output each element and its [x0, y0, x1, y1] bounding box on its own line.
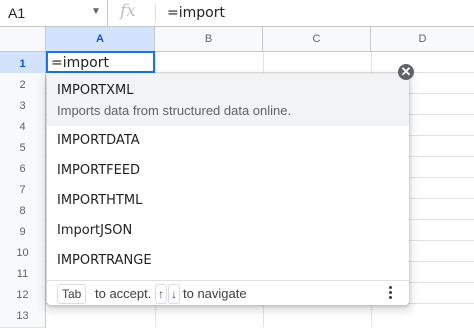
formula-input[interactable]: =import — [167, 5, 225, 21]
close-icon[interactable]: ✕ — [398, 64, 414, 80]
formula-autocomplete-popup: IMPORTXML Imports data from structured d… — [47, 74, 409, 305]
suggestion-name: ImportJSON — [57, 223, 133, 238]
suggestion-item-importjson[interactable]: ImportJSON — [47, 216, 409, 246]
suggestion-item-importhtml[interactable]: IMPORTHTML — [47, 186, 409, 216]
tab-key-hint: Tab — [57, 284, 87, 304]
name-box-value: A1 — [8, 5, 26, 21]
name-box[interactable]: A1 ▼ — [0, 0, 108, 26]
suggestion-name: IMPORTXML — [57, 83, 134, 98]
fx-icon: fx — [120, 1, 136, 21]
suggestion-item-importrange[interactable]: IMPORTRANGE — [47, 246, 409, 276]
popup-footer: Tab to accept. ↑ ↓ to navigate — [47, 280, 409, 305]
suggestion-name: IMPORTFEED — [57, 163, 141, 178]
column-header-b[interactable]: B — [155, 27, 263, 51]
suggestion-item-importxml[interactable]: IMPORTXML Imports data from structured d… — [47, 74, 409, 126]
suggestion-name: IMPORTRANGE — [57, 253, 152, 268]
navigate-hint-text: to navigate — [183, 286, 247, 301]
more-vert-icon[interactable] — [386, 284, 394, 302]
column-header-c[interactable]: C — [263, 27, 371, 51]
down-arrow-icon: ↓ — [168, 284, 180, 304]
column-header-d[interactable]: D — [371, 27, 474, 51]
up-arrow-icon: ↑ — [155, 284, 167, 304]
row-header-13[interactable]: 13 — [0, 304, 46, 328]
formula-bar: A1 ▼ fx =import — [0, 0, 474, 27]
cell-editor-text[interactable]: =import — [51, 55, 109, 71]
select-all-corner[interactable] — [0, 27, 46, 51]
suggestion-name: IMPORTDATA — [57, 133, 140, 148]
suggestion-description: Imports data from structured data online… — [57, 103, 292, 118]
active-cell-a1[interactable]: =import — [46, 51, 155, 73]
column-headers: A B C D — [0, 27, 474, 52]
suggestion-item-importfeed[interactable]: IMPORTFEED — [47, 156, 409, 186]
caret-down-icon[interactable]: ▼ — [91, 6, 101, 17]
suggestion-name: IMPORTHTML — [57, 193, 143, 208]
accept-hint-text: to accept. — [95, 286, 152, 301]
divider — [155, 4, 156, 22]
suggestion-item-importdata[interactable]: IMPORTDATA — [47, 126, 409, 156]
column-header-a[interactable]: A — [46, 27, 155, 51]
